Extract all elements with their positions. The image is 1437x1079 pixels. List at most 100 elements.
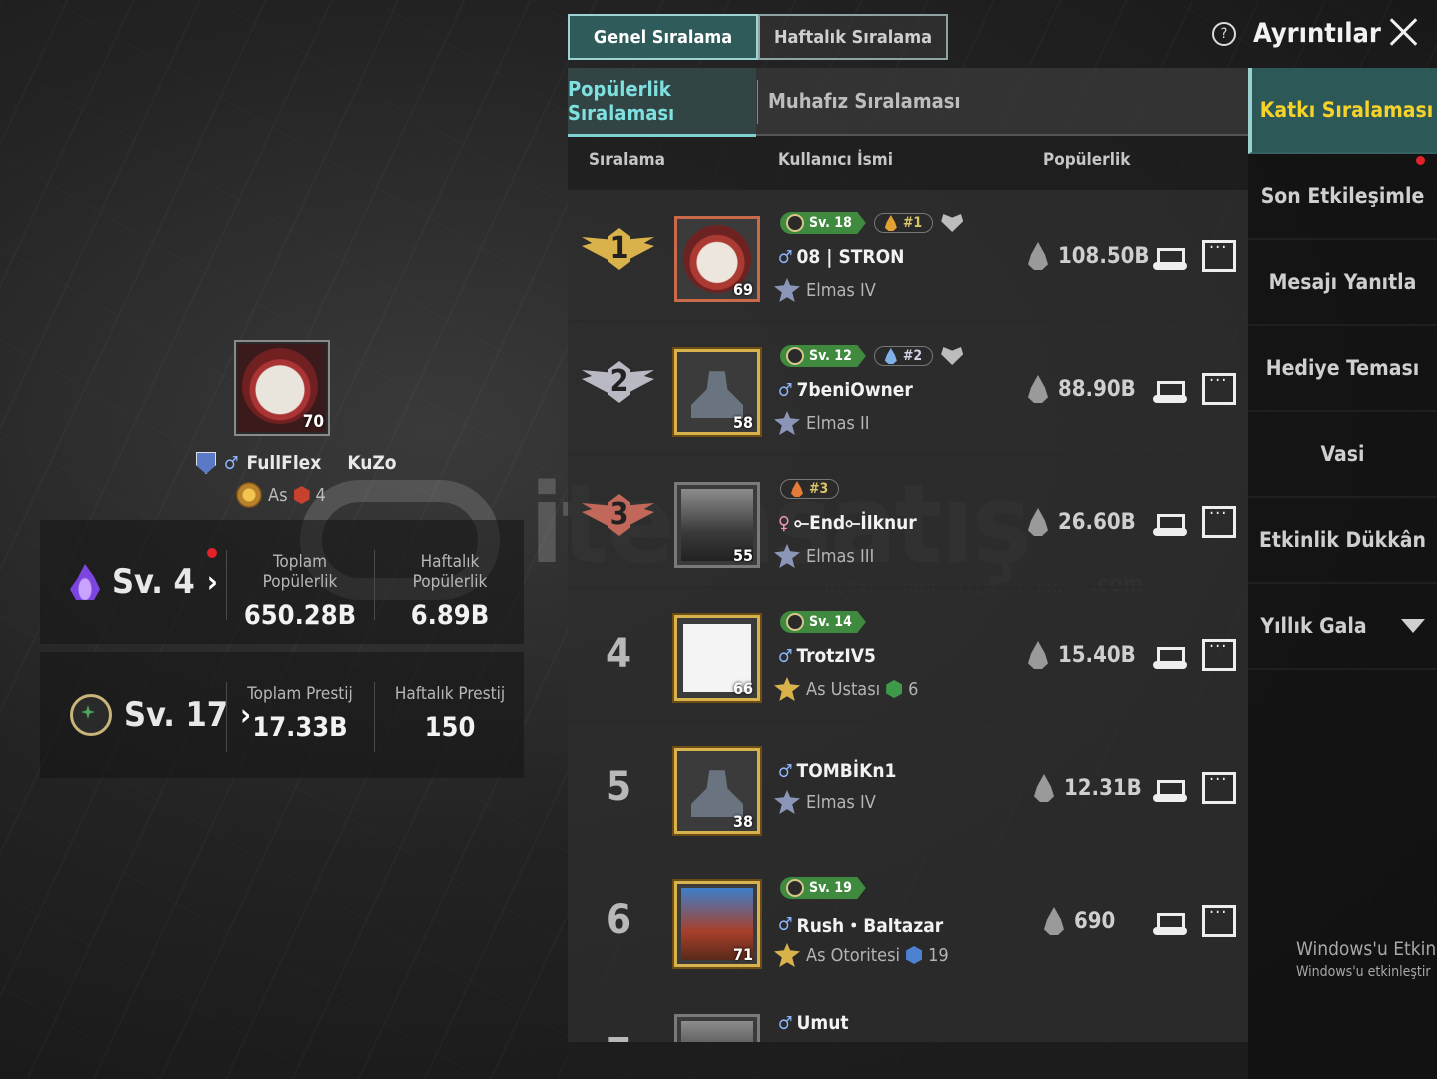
tier-number: 6 <box>908 678 919 700</box>
sidebar-item-gift-theme[interactable]: Hediye Teması <box>1248 326 1437 412</box>
sidebar-item-recent-interaction[interactable]: Son Etkileşimle <box>1248 154 1437 240</box>
gift-hand <box>1153 262 1187 270</box>
username: ♀ ⟜End⟜İlknur <box>778 512 917 534</box>
column-header-popularity: Popülerlik <box>1043 150 1131 170</box>
message-icon[interactable] <box>1202 769 1236 804</box>
weekly-prestige: Haftalık Prestij 150 <box>384 684 516 743</box>
gift-icon[interactable] <box>1153 770 1187 804</box>
avatar[interactable]: 38 <box>674 748 760 834</box>
message-icon[interactable] <box>1202 503 1236 538</box>
tag-row: Sv. 12 #2 <box>780 345 964 367</box>
tab-popularity-ranking[interactable]: Popülerlik Sıralaması <box>568 68 756 137</box>
popularity-level-button[interactable]: Sv. 4 › <box>70 562 218 602</box>
table-row[interactable]: 2 58 Sv. 12 #2 ♂ 7beniOwner Elmas II 88.9… <box>568 323 1248 456</box>
close-icon[interactable] <box>1386 14 1420 48</box>
level-badge-icon <box>786 347 804 365</box>
popularity: 12.31B <box>1034 774 1142 802</box>
avatar[interactable]: 71 <box>674 881 760 967</box>
popularity-rank-tag: #1 <box>873 213 934 233</box>
tab-general-ranking[interactable]: Genel Sıralama <box>568 14 758 60</box>
divider <box>374 682 375 752</box>
username: ♂ Umut <box>778 1012 849 1034</box>
gift-hand <box>1153 528 1187 536</box>
table-row[interactable]: 3 55 #3 ♀ ⟜End⟜İlknur Elmas III 26.60B <box>568 456 1248 589</box>
message-icon[interactable] <box>1202 237 1236 272</box>
username-text: 7beniOwner <box>796 379 913 401</box>
male-icon: ♂ <box>224 452 239 474</box>
diamond-tier-icon <box>774 278 800 302</box>
rank-badge-icon: 2 <box>582 353 654 413</box>
notification-dot <box>1416 156 1425 165</box>
avatar[interactable]: 70 <box>234 340 330 436</box>
avatar[interactable]: 69 <box>674 216 760 302</box>
help-icon[interactable]: ? <box>1212 22 1236 46</box>
popularity-value: 108.50B <box>1058 243 1150 269</box>
avatar[interactable]: 66 <box>674 615 760 701</box>
ace-tier-icon <box>774 677 800 701</box>
gift-hand <box>1153 661 1187 669</box>
tab-guardian-ranking[interactable]: Muhafız Sıralaması <box>768 68 961 134</box>
rank-number: 6 <box>606 897 632 943</box>
avatar[interactable] <box>674 1014 760 1042</box>
username-text: Umut <box>796 1012 849 1034</box>
flame-icon <box>1028 641 1048 669</box>
sidebar-item-contribution-ranking[interactable]: Katkı Sıralaması <box>1248 68 1437 154</box>
avatar-level: 71 <box>732 945 753 964</box>
male-icon: ♂ <box>778 379 793 401</box>
sidebar-item-reply-message[interactable]: Mesajı Yanıtla <box>1248 240 1437 326</box>
player-clan: KuZo <box>347 452 397 474</box>
table-row[interactable]: 6 71 Sv. 19 ♂ Rush・Baltazar As Otoritesi 1… <box>568 855 1248 988</box>
weekly-popularity: Haftalık Popülerlik 6.89B <box>384 552 516 631</box>
gift-icon[interactable] <box>1153 903 1187 937</box>
tier-text: As Ustası <box>806 678 881 700</box>
tag-row: Sv. 18 #1 <box>780 212 964 234</box>
divider <box>226 682 227 752</box>
message-icon[interactable] <box>1202 902 1236 937</box>
sidebar-item-event-shop[interactable]: Etkinlik Dükkân <box>1248 498 1437 584</box>
popularity: 26.60B <box>1028 508 1136 536</box>
default-avatar-icon <box>691 371 743 418</box>
tab-weekly-ranking[interactable]: Haftalık Sıralama <box>758 14 948 60</box>
avatar[interactable]: 55 <box>674 482 760 568</box>
tag-row: #3 <box>780 478 840 500</box>
gift-icon[interactable] <box>1153 238 1187 272</box>
popularity-card: Sv. 4 › Toplam Popülerlik 650.28B Haftal… <box>40 520 524 644</box>
weekly-popularity-value: 6.89B <box>410 600 490 631</box>
player-tier-row: As 4 <box>236 482 326 508</box>
table-row[interactable]: 1 69 Sv. 18 #1 ♂ 08 | STRON Elmas IV 108.… <box>568 190 1248 323</box>
level-tag: Sv. 14 <box>780 611 866 633</box>
table-row[interactable]: 7 ♂Umut <box>568 988 1248 1042</box>
windows-activation-notice: Windows'u Etkin Windows'u etkinleştir <box>1296 938 1436 980</box>
rank-number: 2 <box>608 361 630 403</box>
message-icon[interactable] <box>1202 370 1236 405</box>
details-link[interactable]: Ayrıntılar <box>1253 18 1381 49</box>
table-row[interactable]: 5 38 ♂ TOMBİKn1 Elmas IV 12.31B <box>568 722 1248 855</box>
sidebar-item-annual-gala[interactable]: Yıllık Gala <box>1248 584 1437 670</box>
tier: As Otoritesi 19 <box>774 943 949 967</box>
username-text: TOMBİKn1 <box>796 760 897 782</box>
avatar[interactable]: 58 <box>674 349 760 435</box>
sidebar-item-guardian[interactable]: Vasi <box>1248 412 1437 498</box>
table-row[interactable]: 4 66 Sv. 14 ♂ TrotzIV5 As Ustası 6 15.40B <box>568 589 1248 722</box>
flame-icon <box>1028 242 1048 270</box>
prestige-level-button[interactable]: Sv. 17 › <box>70 694 251 736</box>
level-tag: Sv. 12 <box>780 345 866 367</box>
tier: Elmas II <box>774 411 870 435</box>
tier-hex-icon <box>886 680 903 698</box>
ranking-list[interactable]: 1 69 Sv. 18 #1 ♂ 08 | STRON Elmas IV 108.… <box>568 190 1248 1042</box>
gift-icon[interactable] <box>1153 504 1187 538</box>
avatar-level: 58 <box>732 413 753 432</box>
gift-icon[interactable] <box>1153 371 1187 405</box>
sidebar-item-label: Yıllık Gala <box>1260 614 1367 638</box>
message-icon[interactable] <box>1202 636 1236 671</box>
popularity-value: 15.40B <box>1058 642 1136 668</box>
ranking-type-tabs: Popülerlik Sıralaması Muhafız Sıralaması <box>568 68 1248 137</box>
diamond-tier-icon <box>774 544 800 568</box>
avatar-level: 70 <box>302 412 324 432</box>
tag-row: Sv. 19 <box>780 877 866 899</box>
default-avatar-icon <box>691 770 743 817</box>
gift-icon[interactable] <box>1153 637 1187 671</box>
popularity-rank-text: #2 <box>902 348 923 364</box>
tier: Elmas IV <box>774 790 876 814</box>
clan-shield-icon <box>196 452 216 474</box>
